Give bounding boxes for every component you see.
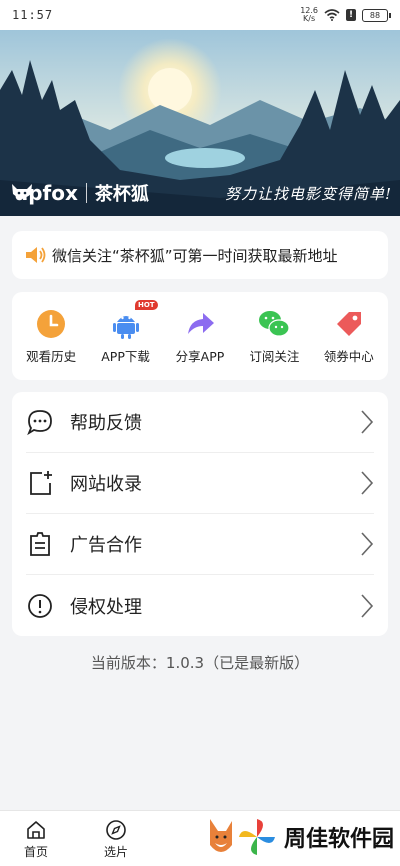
coupon-tag-icon <box>336 311 361 336</box>
chat-bubble-icon <box>27 410 52 436</box>
network-speed: 12.6 K/s <box>300 7 318 23</box>
chevron-right-icon <box>361 532 374 556</box>
speaker-icon <box>26 247 46 263</box>
fox-logo-icon <box>12 184 32 198</box>
bottom-tab-bar: 首页 选片 周佳软件园 <box>0 810 400 866</box>
compass-icon <box>106 820 126 840</box>
status-bar: 11:57 12.6 K/s ! 88 <box>0 0 400 30</box>
menu-item-label: 侵权处理 <box>70 596 142 618</box>
network-speed-unit: K/s <box>303 14 316 23</box>
share-arrow-icon <box>187 312 214 334</box>
quick-action-label: APP下载 <box>101 348 150 364</box>
brand-lockup: upfox 茶杯狐 <box>10 180 149 206</box>
menu-item-infringement[interactable]: 侵权处理 <box>26 575 374 636</box>
tab-label: 首页 <box>24 845 49 859</box>
tab-home[interactable]: 首页 <box>24 819 48 860</box>
menu-item-label: 网站收录 <box>70 474 142 495</box>
banner-slogan: 努力让找电影变得简单! <box>224 185 392 203</box>
quick-action-share[interactable]: 分享APP <box>164 308 236 365</box>
pinwheel-logo-icon <box>238 819 275 855</box>
quick-action-label: 观看历史 <box>26 348 77 364</box>
wechat-notice[interactable]: 微信关注“茶杯狐”可第一时间获取最新地址 <box>12 231 388 279</box>
fox-mascot-icon <box>209 819 232 852</box>
menu-item-label: 广告合作 <box>70 535 142 556</box>
wechat-icon <box>259 310 290 337</box>
status-indicators: 12.6 K/s ! 88 <box>300 7 391 23</box>
quick-action-label: 订阅关注 <box>249 348 300 364</box>
chevron-right-icon <box>361 471 374 495</box>
quick-action-label: 分享APP <box>175 348 225 364</box>
quick-action-coupons[interactable]: 领券中心 <box>313 308 385 365</box>
brand-divider <box>85 183 87 203</box>
tab-picks[interactable]: 选片 <box>104 819 128 860</box>
hot-badge: HOT <box>134 299 158 310</box>
quick-action-subscribe[interactable]: 订阅关注 <box>238 308 310 365</box>
quick-actions: 观看历史 HOT APP下载 分享APP 订阅关注 领券中心 <box>12 292 388 380</box>
wifi-icon <box>324 9 340 21</box>
watermark-text: 周佳软件园 <box>283 827 394 852</box>
watermark: 周佳软件园 <box>206 815 394 859</box>
home-icon <box>27 821 45 839</box>
sim-alert-icon: ! <box>346 9 356 21</box>
quick-action-label: 领券中心 <box>323 348 374 364</box>
add-page-icon <box>30 471 52 495</box>
quick-action-history[interactable]: 观看历史 <box>15 308 87 365</box>
chevron-right-icon <box>361 593 374 618</box>
notice-text: 微信关注“茶杯狐”可第一时间获取最新地址 <box>52 246 338 265</box>
document-icon <box>30 532 50 556</box>
settings-menu: 帮助反馈 网站收录 广告合作 侵权处理 <box>12 392 388 636</box>
battery-icon: 88 <box>362 8 391 22</box>
tab-label: 选片 <box>104 845 129 859</box>
status-time: 11:57 <box>12 8 54 22</box>
menu-item-site-submit[interactable]: 网站收录 <box>26 453 374 514</box>
hero-banner[interactable]: upfox 茶杯狐 努力让找电影变得简单! <box>0 30 400 216</box>
version-text: 当前版本：1.0.3（已是最新版） <box>90 654 310 672</box>
clock-icon <box>37 309 66 338</box>
quick-action-app-download[interactable]: HOT APP下载 <box>90 299 162 365</box>
alert-circle-icon <box>28 593 52 618</box>
menu-item-help-feedback[interactable]: 帮助反馈 <box>26 392 374 453</box>
android-icon <box>112 315 139 339</box>
chevron-right-icon <box>361 410 374 434</box>
brand-cn-name: 茶杯狐 <box>94 184 149 205</box>
menu-item-label: 帮助反馈 <box>70 413 142 434</box>
menu-item-ad-cooperation[interactable]: 广告合作 <box>26 514 374 575</box>
